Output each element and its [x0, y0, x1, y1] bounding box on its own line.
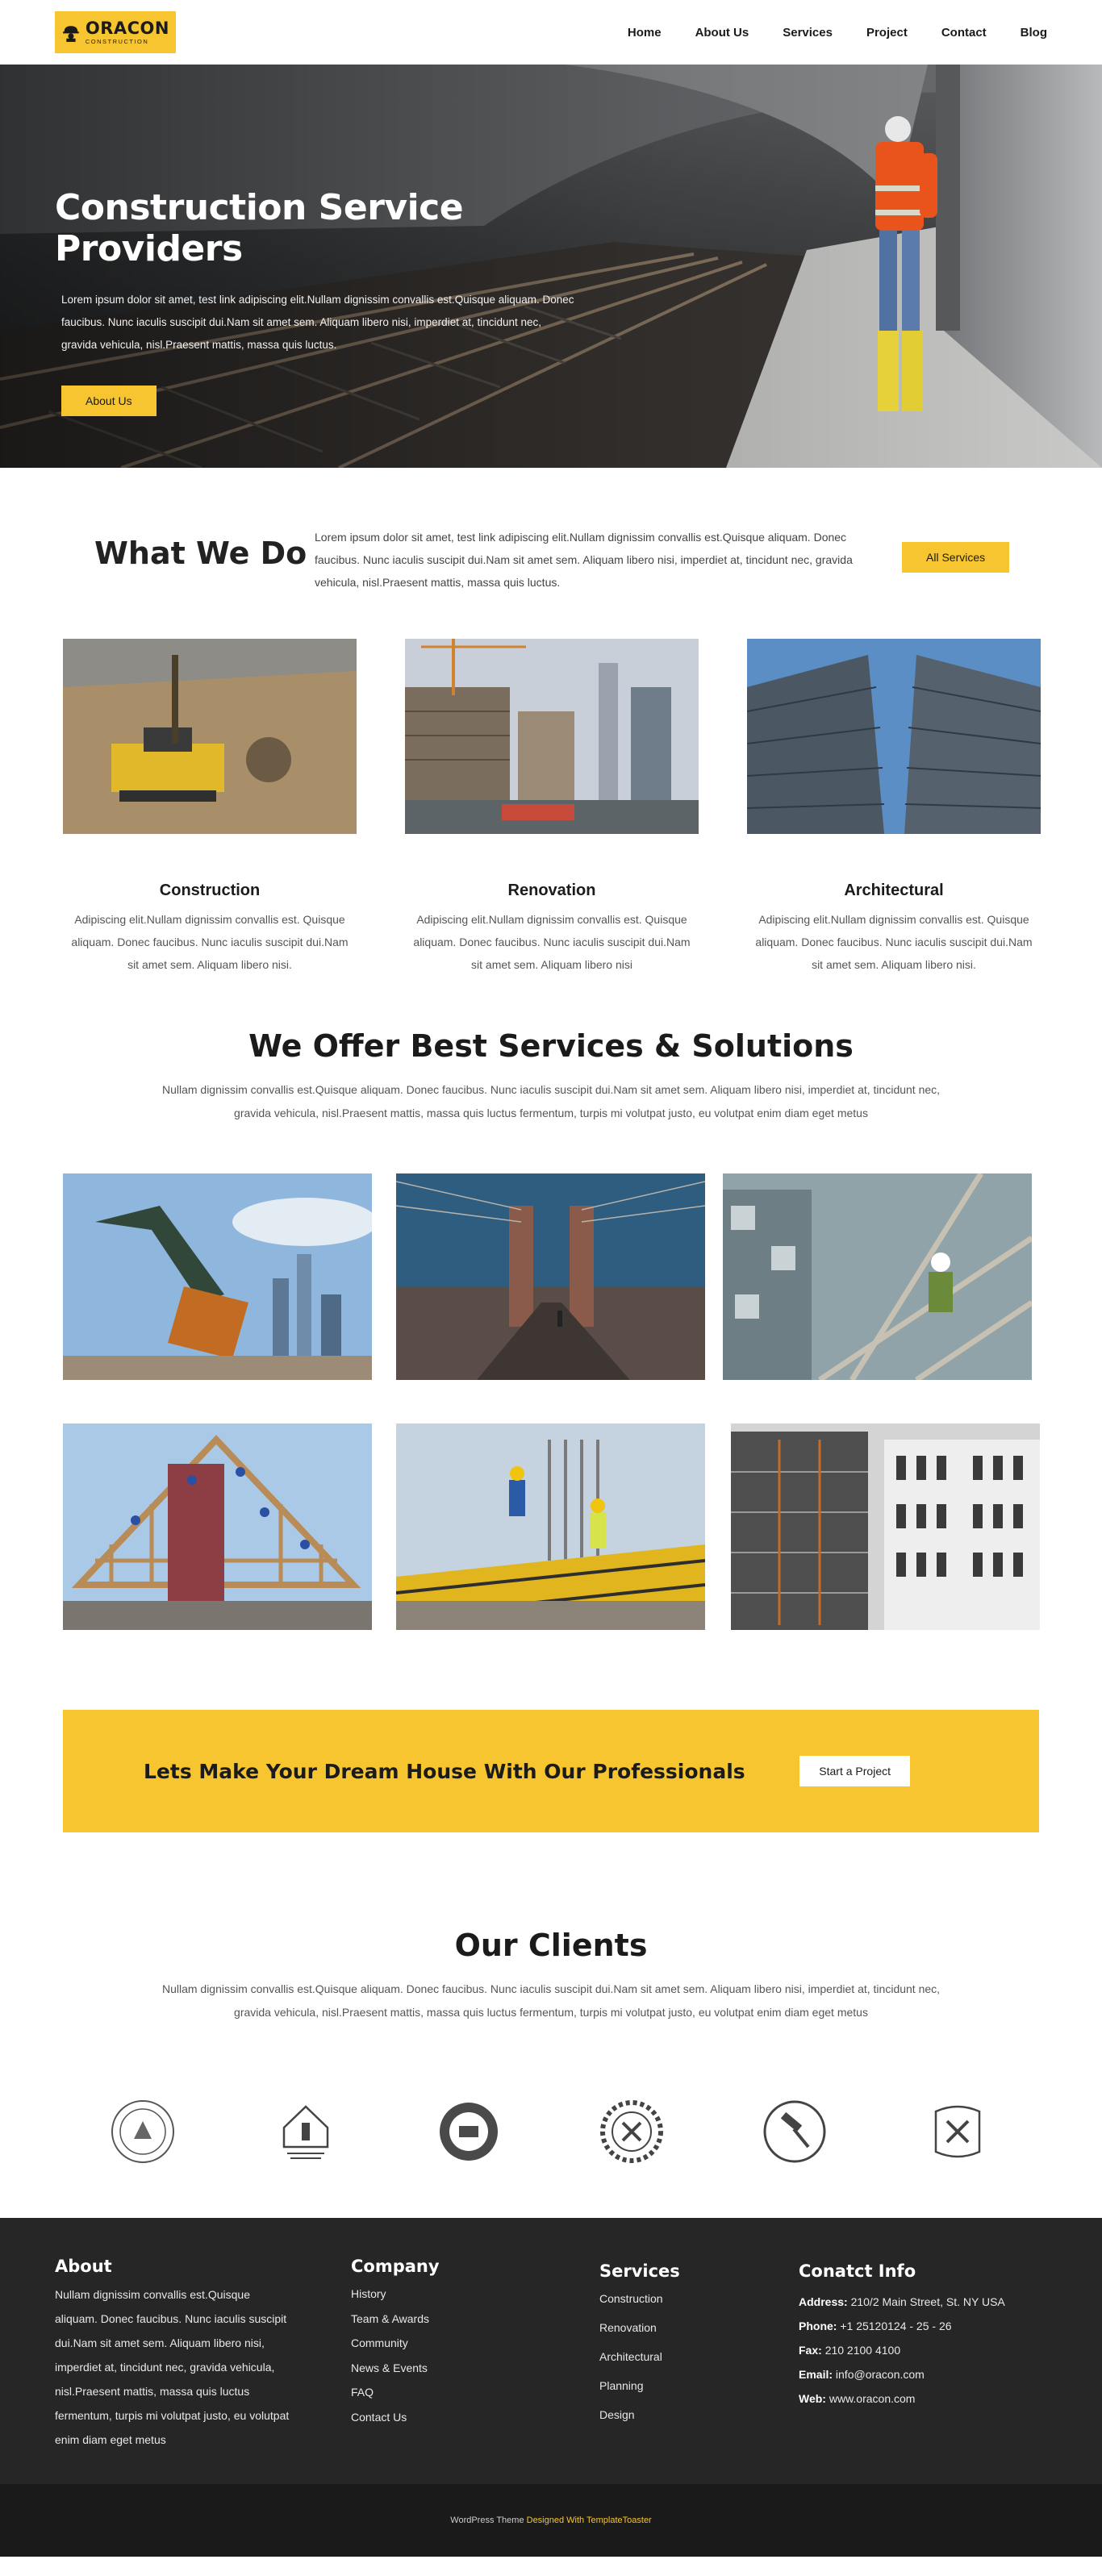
- services-section: We Offer Best Services & Solutions Nulla…: [0, 1024, 1102, 1710]
- start-project-button[interactable]: Start a Project: [799, 1756, 910, 1786]
- footer-service-planning[interactable]: Planning: [599, 2379, 680, 2408]
- footer-company: Company History Team & Awards Community …: [351, 2257, 440, 2435]
- service-card-construction: Construction Adipiscing elit.Nullam dign…: [63, 639, 357, 976]
- drilling-rig-image: [63, 639, 357, 834]
- service-card-renovation: Renovation Adipiscing elit.Nullam dignis…: [405, 639, 699, 976]
- clients-section: Our Clients Nullam dignissim convallis e…: [0, 1832, 1102, 2218]
- footer-link-team-awards[interactable]: Team & Awards: [351, 2312, 440, 2337]
- bridge-image[interactable]: [396, 1173, 705, 1380]
- worker-helmet-icon: [63, 26, 79, 42]
- footer-link-faq[interactable]: FAQ: [351, 2386, 440, 2411]
- hero-title: Construction Service Providers: [55, 187, 464, 269]
- client-logo-construction-gear[interactable]: [599, 2099, 665, 2165]
- contact-phone: Phone: +1 25120124 - 25 - 26: [799, 2320, 952, 2332]
- card-text: Adipiscing elit.Nullam dignissim convall…: [755, 913, 1033, 971]
- clients-title: Our Clients: [454, 1928, 648, 1963]
- contact-address: Address: 210/2 Main Street, St. NY USA: [799, 2295, 1005, 2308]
- what-we-do-title: What We Do: [94, 536, 307, 571]
- cta-text: Lets Make Your Dream House With Our Prof…: [144, 1759, 745, 1783]
- nav-project[interactable]: Project: [849, 26, 925, 40]
- footer-services: Services Construction Renovation Archite…: [599, 2261, 680, 2437]
- nav-contact[interactable]: Contact: [925, 26, 1004, 40]
- contact-fax: Fax: 210 2100 4100: [799, 2344, 901, 2357]
- card-title: Renovation: [507, 882, 596, 899]
- nav-blog[interactable]: Blog: [1004, 26, 1047, 40]
- template-credit-link[interactable]: Designed With TemplateToaster: [527, 2516, 652, 2525]
- footer-service-design[interactable]: Design: [599, 2408, 680, 2437]
- all-services-button[interactable]: All Services: [902, 542, 1010, 573]
- card-title: Architectural: [844, 882, 944, 899]
- scaffolding-worker-image[interactable]: [723, 1173, 1032, 1380]
- footer-service-renovation[interactable]: Renovation: [599, 2321, 680, 2350]
- site-footer: About Nullam dignissim convallis est.Qui…: [0, 2218, 1102, 2484]
- nav-home[interactable]: Home: [611, 26, 678, 40]
- nav-about-us[interactable]: About Us: [678, 26, 766, 40]
- footer-link-community[interactable]: Community: [351, 2336, 440, 2361]
- client-logo-builder-badge[interactable]: [436, 2099, 502, 2165]
- services-title: We Offer Best Services & Solutions: [248, 1028, 854, 1064]
- contact-web[interactable]: Web: www.oracon.com: [799, 2392, 1005, 2416]
- footer-contact: Conatct Info Address: 210/2 Main Street,…: [799, 2261, 1005, 2416]
- footer-link-news-events[interactable]: News & Events: [351, 2361, 440, 2386]
- logo-subtitle: CONSTRUCTION: [85, 37, 149, 45]
- footer-link-history[interactable]: History: [351, 2287, 440, 2312]
- client-logo-repair-service[interactable]: [925, 2099, 991, 2165]
- clients-text: Nullam dignissim convallis est.Quisque a…: [161, 1982, 941, 2019]
- call-to-action-banner: Lets Make Your Dream House With Our Prof…: [63, 1710, 1039, 1832]
- nav-services[interactable]: Services: [766, 26, 849, 40]
- logo[interactable]: ORACON CONSTRUCTION: [55, 11, 176, 53]
- client-logo-painting-service[interactable]: [273, 2099, 339, 2165]
- footer-company-title: Company: [351, 2257, 440, 2276]
- footer-link-contact-us[interactable]: Contact Us: [351, 2411, 440, 2436]
- excavator-image[interactable]: [63, 1173, 372, 1380]
- footer-service-architectural[interactable]: Architectural: [599, 2350, 680, 2379]
- what-we-do-text: Lorem ipsum dolor sit amet, test link ad…: [315, 531, 853, 589]
- card-title: Construction: [159, 882, 261, 899]
- skyscrapers-image: [746, 639, 1041, 834]
- footer-service-construction[interactable]: Construction: [599, 2292, 680, 2321]
- service-card-architectural: Architectural Adipiscing elit.Nullam dig…: [746, 639, 1041, 976]
- main-nav: Home About Us Services Project Contact B…: [611, 26, 1047, 40]
- logo-title: ORACON: [85, 18, 169, 38]
- hero-text: Lorem ipsum dolor sit amet, test link ad…: [61, 294, 574, 351]
- client-logo-construction-seal[interactable]: [110, 2099, 176, 2165]
- contact-email[interactable]: Email: info@oracon.com: [799, 2368, 1005, 2392]
- footer-about: About Nullam dignissim convallis est.Qui…: [55, 2257, 293, 2452]
- services-text: Nullam dignissim convallis est.Quisque a…: [161, 1083, 941, 1119]
- what-we-do-section: What We Do Lorem ipsum dolor sit amet, t…: [0, 468, 1102, 1024]
- workers-on-beams-image[interactable]: [396, 1423, 705, 1630]
- card-text: Adipiscing elit.Nullam dignissim convall…: [413, 913, 691, 971]
- construction-site-cranes-image: [405, 639, 699, 834]
- roof-frame-workers-image[interactable]: [63, 1423, 372, 1630]
- about-us-button[interactable]: About Us: [61, 386, 157, 416]
- site-header: ORACON CONSTRUCTION Home About Us Servic…: [0, 0, 1102, 65]
- card-text: Adipiscing elit.Nullam dignissim convall…: [71, 913, 349, 971]
- hero-banner: Construction Service Providers Lorem ips…: [0, 65, 1102, 468]
- client-logo-design-painting[interactable]: [762, 2099, 828, 2165]
- footer-about-text: Nullam dignissim convallis est.Quisque a…: [55, 2288, 290, 2446]
- footer-about-title: About: [55, 2257, 112, 2276]
- copyright-text: WordPress Theme: [450, 2516, 524, 2525]
- tower-construction-image[interactable]: [731, 1423, 1040, 1630]
- copyright-bar: WordPress Theme Designed With TemplateTo…: [0, 2484, 1102, 2557]
- footer-services-title: Services: [599, 2261, 680, 2281]
- footer-contact-title: Conatct Info: [799, 2261, 916, 2281]
